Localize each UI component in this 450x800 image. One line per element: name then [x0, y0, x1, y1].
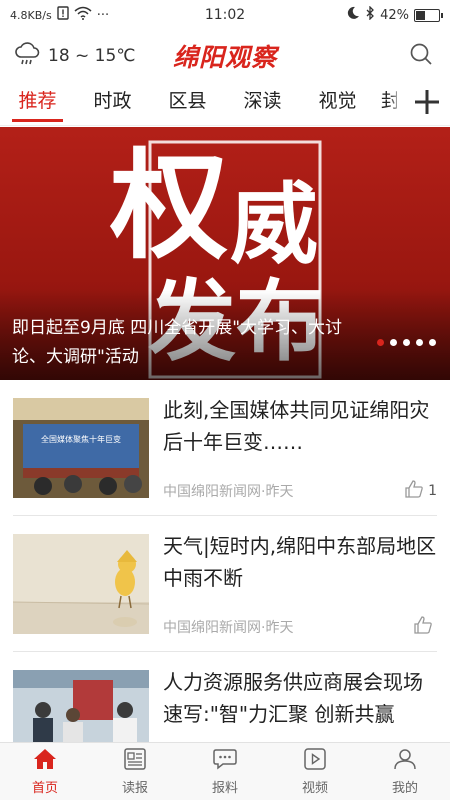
moon-icon — [346, 6, 360, 24]
channel-tabs: 推荐 时政 区县 深读 视觉 封 — [0, 82, 450, 126]
status-left: 4.8KB/s ··· — [10, 6, 109, 24]
nav-report-tip[interactable]: 报料 — [180, 743, 270, 800]
carousel-dots — [377, 339, 436, 346]
clock: 11:02 — [204, 7, 246, 23]
tab-in-depth[interactable]: 深读 — [225, 82, 300, 125]
more-indicator: ··· — [96, 7, 110, 23]
weather-widget[interactable]: 18 ~ 15℃ — [14, 41, 136, 71]
search-icon — [409, 42, 433, 70]
status-right: 42% — [346, 5, 443, 24]
news-source: 中国绵阳新闻网·昨天 — [163, 620, 294, 636]
home-icon — [33, 748, 57, 774]
nav-home[interactable]: 首页 — [0, 743, 90, 800]
carousel-dot[interactable] — [403, 339, 410, 346]
battery-percent: 42% — [380, 7, 409, 23]
carousel-dot[interactable] — [416, 339, 423, 346]
like-button[interactable]: 1 — [404, 479, 437, 503]
network-speed: 4.8KB/s — [10, 8, 52, 22]
nav-video[interactable]: 视频 — [270, 743, 360, 800]
header: 18 ~ 15℃ 绵阳观察 — [0, 30, 450, 82]
news-list: 全国媒体聚焦十年巨变 此刻,全国媒体共同见证绵阳灾后十年巨变…… 中国绵阳新闻网… — [0, 380, 450, 742]
thumbs-up-icon — [404, 479, 424, 503]
nav-report-tip-label: 报料 — [211, 780, 238, 796]
battery-icon — [414, 8, 443, 22]
carousel-dot[interactable] — [429, 339, 436, 346]
headline-banner[interactable]: 权 威 发 布 即日起至9月底 四川全省开展"大学习、大讨论、大调研"活动 — [0, 127, 450, 380]
carousel-dot[interactable] — [390, 339, 397, 346]
carousel-dot[interactable] — [377, 339, 384, 346]
newspaper-icon — [123, 747, 147, 774]
tab-visual[interactable]: 视觉 — [300, 82, 375, 125]
news-title[interactable]: 天气|短时内,绵阳中东部局地区中雨不断 — [163, 530, 437, 594]
thumbs-up-icon — [413, 615, 433, 639]
cloud-rain-icon — [14, 41, 40, 71]
bluetooth-icon — [365, 5, 375, 24]
nav-mine-label: 我的 — [391, 780, 418, 796]
tab-partial[interactable]: 封 — [375, 82, 397, 125]
video-play-icon — [303, 747, 327, 774]
banner-art-char-2: 威 — [230, 173, 318, 276]
user-icon — [393, 748, 417, 774]
nav-home-label: 首页 — [31, 780, 58, 796]
nav-read-paper-label: 读报 — [121, 780, 148, 796]
alert-icon — [57, 6, 69, 24]
chat-bubble-icon — [213, 748, 237, 774]
status-bar: 4.8KB/s ··· 11:02 42% — [0, 0, 450, 30]
banner-caption[interactable]: 即日起至9月底 四川全省开展"大学习、大讨论、大调研"活动 — [12, 314, 374, 372]
like-count: 1 — [428, 483, 437, 499]
search-button[interactable] — [406, 41, 436, 71]
news-thumbnail — [13, 534, 149, 634]
nav-mine[interactable]: 我的 — [360, 743, 450, 800]
wifi-icon — [74, 6, 92, 24]
news-item[interactable]: 人力资源服务供应商展会现场速写:"智"力汇聚 创新共赢 — [13, 652, 437, 742]
app-logo: 绵阳观察 — [172, 43, 278, 72]
temperature: 18 ~ 15℃ — [48, 46, 136, 66]
news-item[interactable]: 全国媒体聚焦十年巨变 此刻,全国媒体共同见证绵阳灾后十年巨变…… 中国绵阳新闻网… — [13, 380, 437, 516]
nav-video-label: 视频 — [301, 780, 328, 796]
news-thumbnail: 全国媒体聚焦十年巨变 — [13, 398, 149, 498]
news-title[interactable]: 此刻,全国媒体共同见证绵阳灾后十年巨变…… — [163, 394, 437, 458]
thumb-caption: 全国媒体聚焦十年巨变 — [41, 434, 121, 444]
news-item[interactable]: 天气|短时内,绵阳中东部局地区中雨不断 中国绵阳新闻网·昨天 — [13, 516, 437, 652]
plus-icon — [414, 89, 440, 119]
tab-politics[interactable]: 时政 — [75, 82, 150, 125]
like-button[interactable] — [413, 615, 437, 639]
tab-districts[interactable]: 区县 — [150, 82, 225, 125]
news-title[interactable]: 人力资源服务供应商展会现场速写:"智"力汇聚 创新共赢 — [163, 666, 437, 730]
bottom-navigation: 首页 读报 报料 视频 我的 — [0, 742, 450, 800]
nav-read-paper[interactable]: 读报 — [90, 743, 180, 800]
battery-level — [416, 10, 425, 20]
news-thumbnail — [13, 670, 149, 742]
add-channel-button[interactable] — [404, 82, 450, 125]
banner-art-char-1: 权 — [109, 137, 228, 275]
tab-recommend[interactable]: 推荐 — [0, 82, 75, 125]
news-source: 中国绵阳新闻网·昨天 — [163, 484, 294, 500]
